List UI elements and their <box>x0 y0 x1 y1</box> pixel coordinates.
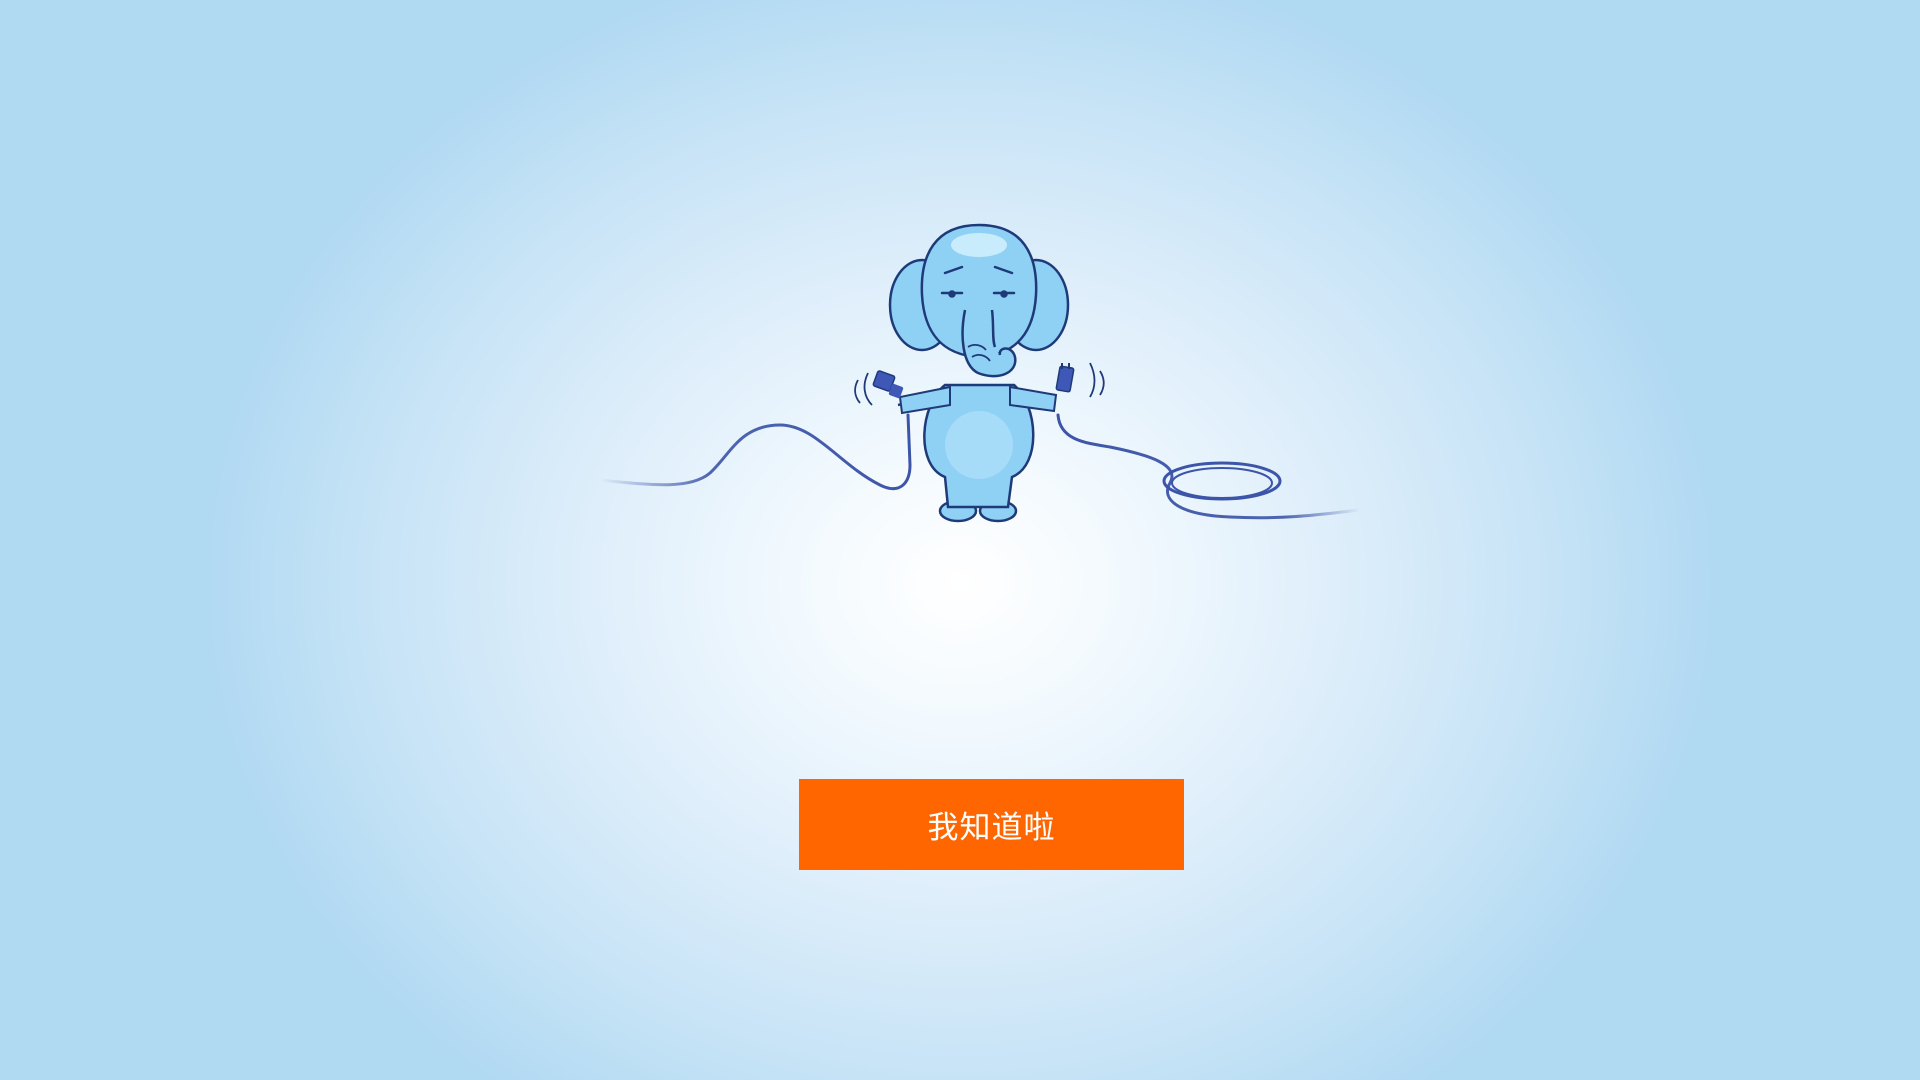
acknowledge-button[interactable]: 我知道啦 <box>799 779 1184 870</box>
left-cable <box>598 413 912 491</box>
left-plug-icon <box>872 370 904 399</box>
right-plug-icon <box>1055 363 1075 393</box>
shake-marks-right <box>1089 362 1105 398</box>
network-error-page: 我知道啦 <box>0 0 1920 1080</box>
elephant-illustration <box>590 215 1370 535</box>
elephant-belly <box>945 411 1013 479</box>
right-cable <box>1056 413 1362 520</box>
right-cable-coil-inner <box>1171 467 1273 499</box>
elephant-head-highlight <box>951 233 1007 257</box>
elephant-illustration-svg <box>598 223 1362 523</box>
shake-marks-left <box>854 372 873 406</box>
